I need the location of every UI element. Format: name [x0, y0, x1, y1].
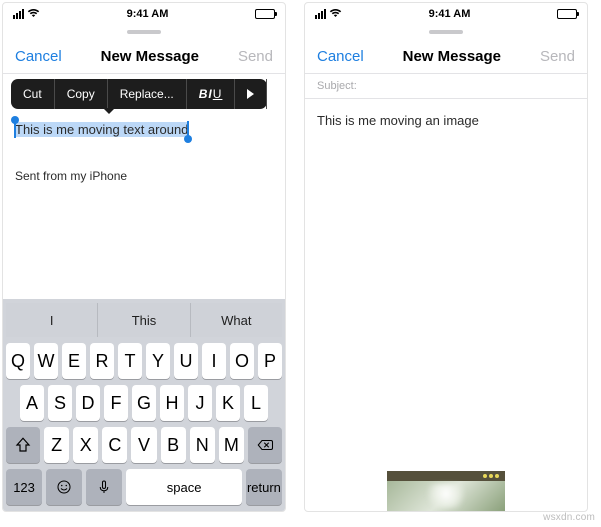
status-time: 9:41 AM: [429, 8, 471, 20]
battery-icon: [557, 9, 577, 19]
key-y[interactable]: Y: [146, 343, 170, 379]
phone-right: 9:41 AM Cancel New Message Send Subject:…: [304, 2, 588, 512]
key-f[interactable]: F: [104, 385, 128, 421]
space-key[interactable]: space: [126, 469, 242, 505]
phone-left: 9:41 AM Cancel New Message Send Cut Copy…: [2, 2, 286, 512]
sheet-handle-icon[interactable]: [3, 25, 285, 39]
dragged-image[interactable]: [387, 471, 505, 511]
key-d[interactable]: D: [76, 385, 100, 421]
key-w[interactable]: W: [34, 343, 58, 379]
key-h[interactable]: H: [160, 385, 184, 421]
menu-arrow-icon: [103, 108, 115, 114]
format-biu-button[interactable]: BIU: [187, 79, 236, 109]
emoji-icon: [55, 478, 73, 496]
key-a[interactable]: A: [20, 385, 44, 421]
body-text: This is me moving an image: [317, 113, 479, 128]
sheet-handle-icon[interactable]: [305, 25, 587, 39]
selected-text-content: This is me moving text around: [15, 122, 188, 137]
key-j[interactable]: J: [188, 385, 212, 421]
cancel-button[interactable]: Cancel: [317, 48, 364, 65]
image-header: [387, 471, 505, 481]
return-key[interactable]: return: [246, 469, 282, 505]
selected-text[interactable]: This is me moving text around: [15, 122, 188, 137]
backspace-icon: [256, 436, 274, 454]
predict-3[interactable]: What: [191, 303, 282, 337]
key-t[interactable]: T: [118, 343, 142, 379]
shift-icon: [14, 436, 32, 454]
key-u[interactable]: U: [174, 343, 198, 379]
predict-1[interactable]: I: [6, 303, 98, 337]
send-button[interactable]: Send: [540, 48, 575, 65]
status-bar: 9:41 AM: [3, 3, 285, 25]
selection-handle-end[interactable]: [184, 135, 192, 143]
key-o[interactable]: O: [230, 343, 254, 379]
status-bar: 9:41 AM: [305, 3, 587, 25]
dots-icon: [483, 474, 499, 478]
battery-icon: [255, 9, 275, 19]
emoji-key[interactable]: [46, 469, 82, 505]
watermark: wsxdn.com: [543, 512, 595, 523]
signature: Sent from my iPhone: [15, 169, 273, 183]
microphone-icon: [95, 478, 113, 496]
signal-icon: [315, 9, 326, 19]
keyboard: I This What Q W E R T Y U I O P A S D F: [3, 299, 285, 511]
wifi-icon: [27, 8, 40, 21]
navbar: Cancel New Message Send: [305, 39, 587, 73]
key-g[interactable]: G: [132, 385, 156, 421]
cancel-button[interactable]: Cancel: [15, 48, 62, 65]
context-menu: Cut Copy Replace... BIU: [11, 79, 267, 109]
key-i[interactable]: I: [202, 343, 226, 379]
copy-button[interactable]: Copy: [55, 79, 108, 109]
key-m[interactable]: M: [219, 427, 244, 463]
key-e[interactable]: E: [62, 343, 86, 379]
key-p[interactable]: P: [258, 343, 282, 379]
predict-2[interactable]: This: [98, 303, 190, 337]
replace-button[interactable]: Replace...: [108, 79, 187, 109]
numbers-key[interactable]: 123: [6, 469, 42, 505]
dictation-key[interactable]: [86, 469, 122, 505]
key-r[interactable]: R: [90, 343, 114, 379]
key-q[interactable]: Q: [6, 343, 30, 379]
page-title: New Message: [101, 48, 199, 65]
selection-handle-start[interactable]: [11, 116, 19, 124]
cut-button[interactable]: Cut: [11, 79, 55, 109]
page-title: New Message: [403, 48, 501, 65]
signal-icon: [13, 9, 24, 19]
navbar: Cancel New Message Send: [3, 39, 285, 73]
key-b[interactable]: B: [161, 427, 186, 463]
key-k[interactable]: K: [216, 385, 240, 421]
key-n[interactable]: N: [190, 427, 215, 463]
context-menu-more-button[interactable]: [235, 79, 267, 109]
key-l[interactable]: L: [244, 385, 268, 421]
backspace-key[interactable]: [248, 427, 282, 463]
status-time: 9:41 AM: [127, 8, 169, 20]
triangle-right-icon: [247, 89, 254, 99]
wifi-icon: [329, 8, 342, 21]
key-s[interactable]: S: [48, 385, 72, 421]
shift-key[interactable]: [6, 427, 40, 463]
key-c[interactable]: C: [102, 427, 127, 463]
subject-field[interactable]: Subject:: [305, 74, 587, 98]
key-x[interactable]: X: [73, 427, 98, 463]
send-button[interactable]: Send: [238, 48, 273, 65]
key-z[interactable]: Z: [44, 427, 69, 463]
predictive-bar: I This What: [6, 303, 282, 337]
compose-body[interactable]: This is me moving an image: [305, 99, 587, 511]
image-thumbnail: [387, 481, 505, 511]
key-v[interactable]: V: [131, 427, 156, 463]
